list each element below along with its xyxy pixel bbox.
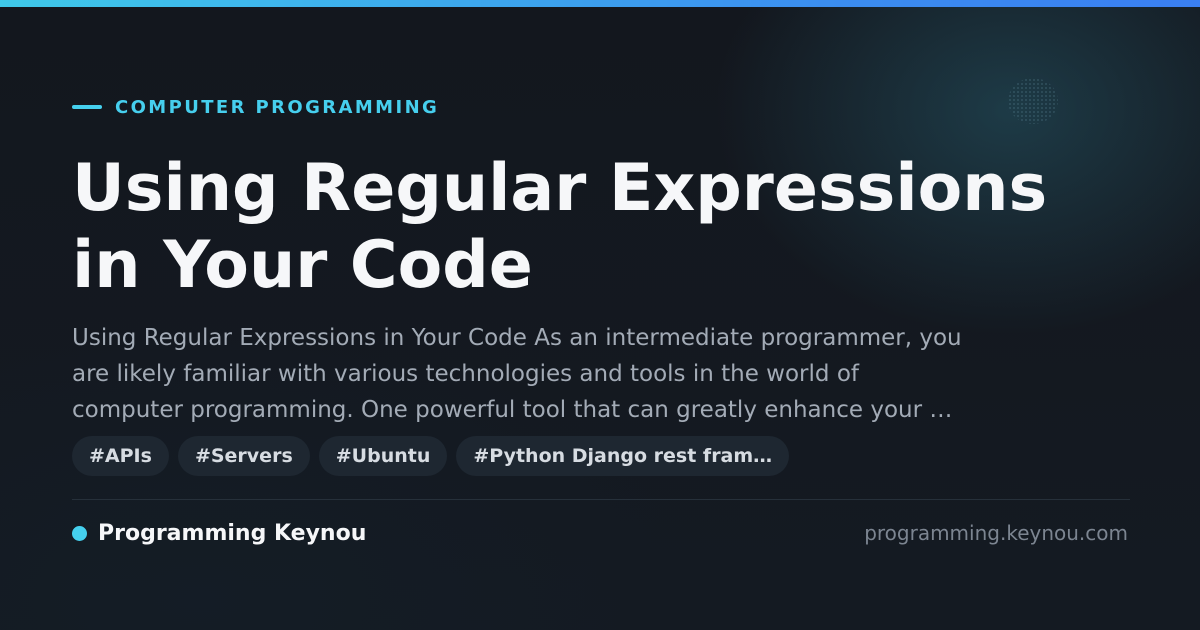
accent-top-bar (0, 0, 1200, 7)
tag-list: #APIs #Servers #Ubuntu #Python Django re… (72, 436, 790, 476)
excerpt-line: computer programming. One powerful tool … (72, 397, 953, 423)
brand-dot-icon (72, 525, 87, 541)
article-excerpt: Using Regular Expressions in Your Code A… (72, 320, 1132, 428)
title-line: Using Regular Expressions (72, 151, 1048, 226)
tag-python-django: #Python Django rest fram… (456, 436, 790, 476)
tag-servers: #Servers (177, 436, 310, 476)
category-eyebrow: COMPUTER PROGRAMMING (72, 95, 439, 119)
divider (72, 499, 1130, 500)
article-title: Using Regular Expressions in Your Code (72, 150, 1142, 304)
title-line: in Your Code (72, 228, 533, 303)
category-label: COMPUTER PROGRAMMING (115, 96, 440, 118)
eyebrow-line-icon (72, 105, 102, 109)
site-domain: programming.keynou.com (864, 521, 1128, 545)
tag-ubuntu: #Ubuntu (318, 436, 448, 476)
brand-name: Programming Keynou (98, 520, 367, 546)
brand: Programming Keynou (72, 518, 366, 548)
tag-apis: #APIs (72, 436, 169, 476)
excerpt-line: Using Regular Expressions in Your Code A… (72, 325, 962, 351)
excerpt-line: are likely familiar with various technol… (72, 361, 859, 387)
dot-pattern-decoration (1008, 78, 1058, 124)
